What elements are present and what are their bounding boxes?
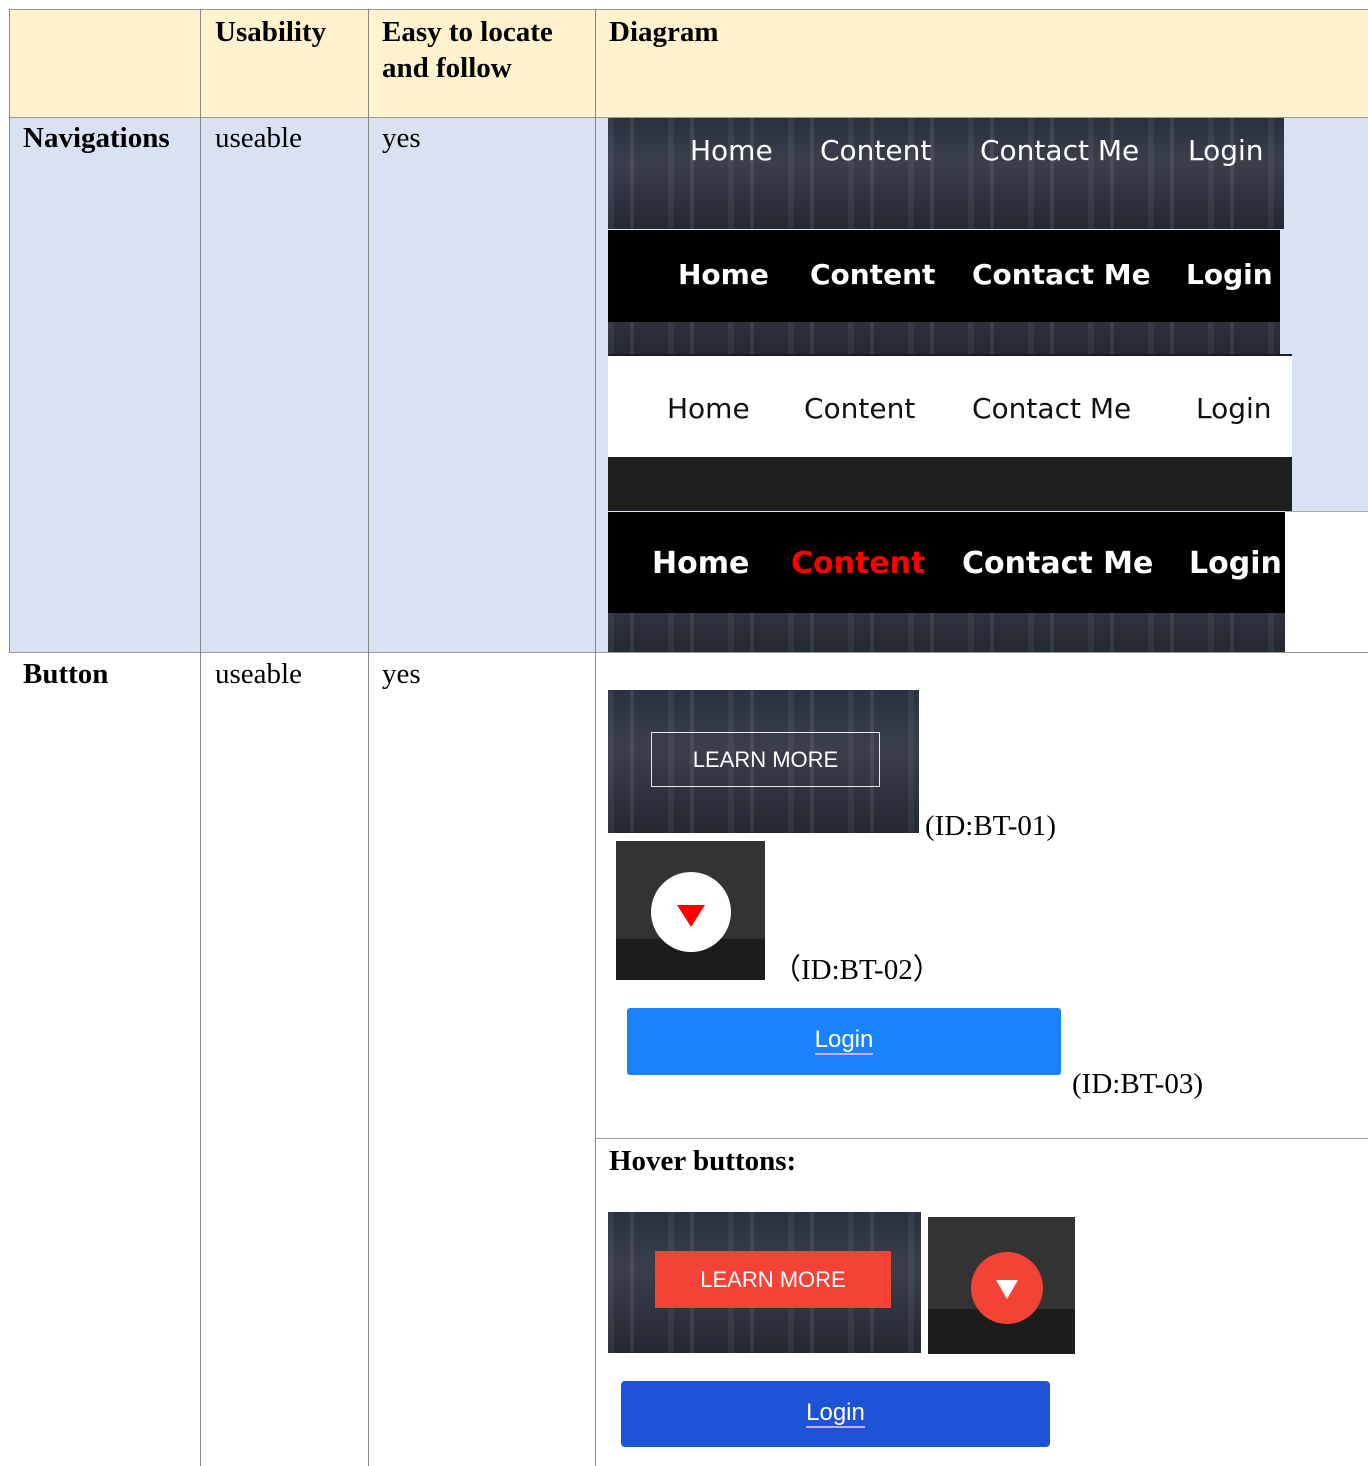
nav1-contact[interactable]: Contact Me — [980, 134, 1139, 167]
nav4-home[interactable]: Home — [652, 546, 749, 581]
triangle-down-icon — [677, 905, 705, 927]
learn-more-label: LEARN MORE — [692, 747, 839, 772]
hover-buttons-heading: Hover buttons: — [609, 1145, 797, 1177]
header-diagram: Diagram — [609, 16, 719, 48]
nav4-content-active[interactable]: Content — [791, 546, 925, 581]
nav-menu-4: Home Content Contact Me Login — [608, 512, 1285, 613]
nav2-login[interactable]: Login — [1186, 258, 1273, 291]
col-divider-3 — [595, 9, 596, 1466]
diagram-divider — [596, 1138, 1368, 1139]
nav1-content[interactable]: Content — [820, 134, 931, 167]
row-label-button: Button — [23, 658, 109, 690]
header-easy-to-locate: Easy to locate and follow — [382, 16, 553, 84]
hover-triangle-down-icon — [996, 1280, 1018, 1299]
login-label: Login — [814, 1026, 874, 1055]
nav2-content[interactable]: Content — [810, 258, 935, 291]
table-border-row2 — [9, 652, 1368, 653]
nav-menu-1: Home Content Contact Me Login — [608, 118, 1284, 229]
login-button[interactable]: Login — [627, 1008, 1061, 1075]
hover-login-label: Login — [806, 1399, 865, 1428]
nav2-home[interactable]: Home — [678, 258, 769, 291]
nav4-side-white — [1285, 512, 1368, 652]
row-navigations-usability: useable — [215, 122, 302, 154]
hover-login-button[interactable]: Login — [621, 1381, 1050, 1447]
nav3-login[interactable]: Login — [1196, 392, 1272, 425]
hover-learn-more-button[interactable]: LEARN MORE — [655, 1251, 891, 1308]
nav3-content[interactable]: Content — [804, 392, 915, 425]
row-button-easy: yes — [382, 658, 421, 690]
header-usability: Usability — [215, 16, 327, 48]
nav3-home[interactable]: Home — [667, 392, 750, 425]
row-button-usability: useable — [215, 658, 302, 690]
nav-menu-3: Home Content Contact Me Login — [608, 356, 1292, 457]
nav2-contact[interactable]: Contact Me — [972, 258, 1151, 291]
bt01-id: (ID:BT-01) — [925, 810, 1057, 842]
col-divider-1 — [200, 9, 201, 1466]
bt02-id: （ID:BT-02） — [772, 954, 942, 986]
table-border-top — [9, 9, 1368, 10]
nav4-contact[interactable]: Contact Me — [962, 546, 1153, 581]
bt03-id: (ID:BT-03) — [1072, 1068, 1204, 1100]
nav1-login[interactable]: Login — [1188, 134, 1264, 167]
nav1-home[interactable]: Home — [690, 134, 773, 167]
hover-learn-more-label: LEARN MORE — [700, 1267, 846, 1292]
nav-menu-2: Home Content Contact Me Login — [608, 230, 1280, 322]
table-border-left — [9, 9, 10, 652]
nav3-contact[interactable]: Contact Me — [972, 392, 1131, 425]
hover-scroll-down-button[interactable] — [971, 1252, 1043, 1324]
learn-more-button[interactable]: LEARN MORE — [651, 732, 880, 787]
row-label-navigations: Navigations — [23, 122, 170, 154]
row-navigations-easy: yes — [382, 122, 421, 154]
col-divider-2 — [368, 9, 369, 1466]
nav4-login[interactable]: Login — [1189, 546, 1282, 581]
scroll-down-button[interactable] — [651, 872, 731, 952]
